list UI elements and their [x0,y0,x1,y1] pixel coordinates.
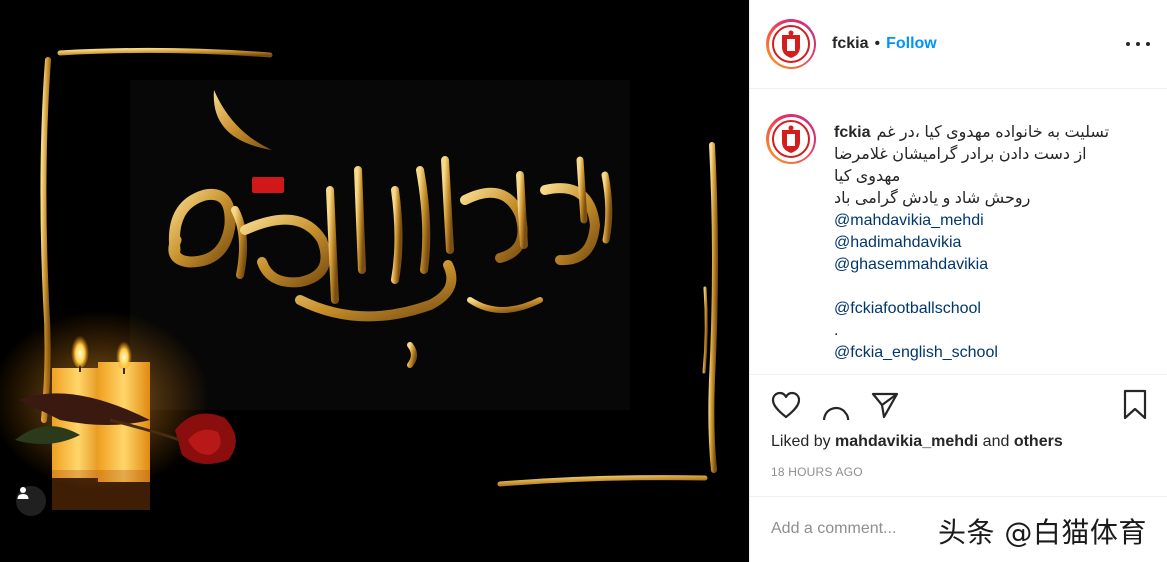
post-header: fckia • Follow [750,0,1167,89]
post-image[interactable] [0,0,749,562]
source-watermark: 头条 @白猫体育 [938,516,1147,549]
caption-line: مهدوی کیا [834,168,901,185]
save-button[interactable] [1119,388,1151,422]
comment-button[interactable] [820,388,852,422]
post-timestamp[interactable]: 18 HOURS AGO [771,465,863,479]
follow-button[interactable]: Follow [886,35,937,53]
post-caption: fckia تسلیت به خانواده مهدوی کیا ،در غم … [834,122,1154,364]
club-logo-icon [772,120,810,158]
heart-icon [771,391,801,419]
mention-link[interactable]: @mahdavikia_mehdi [834,210,1154,232]
red-ornament [252,177,284,193]
likes-others-link[interactable]: others [1014,433,1063,450]
mention-link[interactable]: @hadimahdavikia [834,232,1154,254]
comment-bar: 头条 @白猫体育 [750,496,1167,562]
mention-link[interactable]: @ghasemmahdavikia [834,254,1154,276]
comment-icon [823,406,850,420]
more-options-icon[interactable] [1126,34,1150,54]
separator-dot: • [874,35,881,52]
likes-summary: Liked by mahdavikia_mehdi and others [771,433,1063,451]
liked-by-user-link[interactable]: mahdavikia_mehdi [835,433,978,450]
comment-input[interactable] [771,517,941,541]
share-icon [871,392,899,419]
mention-link[interactable]: @fckiafootballschool [834,298,1154,320]
club-logo-icon [772,25,810,63]
caption-avatar[interactable] [766,114,816,164]
likes-prefix: Liked by [771,433,831,450]
comments-section: fckia تسلیت به خانواده مهدوی کیا ،در غم … [750,90,1167,375]
username-link[interactable]: fckia [832,35,868,53]
user-tag-icon [17,487,29,499]
like-button[interactable] [770,388,802,422]
likes-connector: and [982,433,1010,450]
caption-author-link[interactable]: fckia [834,122,870,144]
action-bar [750,388,1167,424]
caption-line: . [834,322,839,339]
share-button[interactable] [869,388,901,422]
caption-line: روحش شاد و یادش گرامی باد [834,190,1031,207]
mourning-artwork [0,0,749,562]
caption-line: تسلیت به خانواده مهدوی کیا ،در غم [876,124,1110,141]
tagged-users-button[interactable] [16,486,46,516]
bookmark-icon [1123,389,1147,420]
mention-link[interactable]: @fckia_english_school [834,342,1154,364]
avatar[interactable] [766,19,816,69]
post-side-panel: fckia • Follow fckia تسلیت به خانواده مه… [749,0,1167,562]
caption-line: از دست دادن برادر گرامیشان غلامرضا [834,146,1087,163]
